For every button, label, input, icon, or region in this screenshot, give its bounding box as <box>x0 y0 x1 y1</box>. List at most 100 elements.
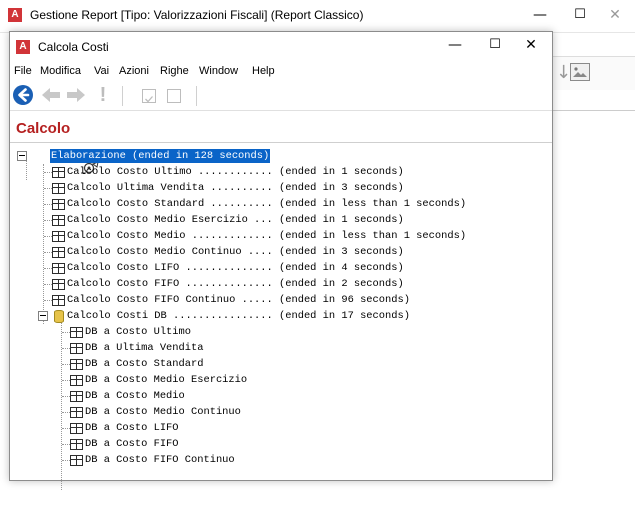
tree-root-label[interactable]: Elaborazione (ended in 128 seconds) <box>50 149 271 163</box>
table-icon <box>52 279 65 290</box>
tree-item-label: Calcolo Costo Medio Esercizio ... (ended… <box>67 214 404 226</box>
tree-item[interactable]: Calcolo Costo FIFO Continuo ..... (ended… <box>10 292 552 308</box>
process-tree: Elaborazione (ended in 128 seconds) Calc… <box>10 146 552 490</box>
tree-connector <box>44 172 52 173</box>
tree-item-label: Calcolo Costo Standard .......... (ended… <box>67 198 467 210</box>
menu-help[interactable]: Help <box>252 65 275 77</box>
maximize-button[interactable]: ☐ <box>565 4 595 26</box>
tree-connector <box>44 220 52 221</box>
minimize-button[interactable]: — <box>525 4 555 26</box>
tree-connector <box>44 236 52 237</box>
tree-connector <box>62 348 70 349</box>
tree-item-label: Calcolo Ultima Vendita .......... (ended… <box>67 182 404 194</box>
tree-item[interactable]: Calcolo Costo Medio Continuo .... (ended… <box>10 244 552 260</box>
table-icon <box>70 407 83 418</box>
tree-db-group-row[interactable]: Calcolo Costi DB ................ (ended… <box>10 308 552 324</box>
tree-connector <box>44 204 52 205</box>
section-title: Calcolo <box>16 120 71 137</box>
tree-db-group-label: Calcolo Costi DB ................ (ended… <box>67 310 410 322</box>
tree-db-item[interactable]: DB a Costo FIFO Continuo <box>10 452 552 468</box>
tree-item[interactable]: Calcolo Costo Medio Esercizio ... (ended… <box>10 212 552 228</box>
tree-item[interactable]: Calcolo Costo Standard .......... (ended… <box>10 196 552 212</box>
tree-connector <box>62 332 70 333</box>
tree-db-item-label: DB a Costo FIFO Continuo <box>85 454 235 466</box>
calcola-costi-dialog: A Calcola Costi — ☐ ✕ File Modifica Vai … <box>9 31 553 490</box>
background-toolbar: ↓ <box>552 56 635 92</box>
tree-connector <box>44 300 52 301</box>
tree-connector <box>62 396 70 397</box>
toolbar: ! <box>10 82 552 111</box>
table-icon <box>52 183 65 194</box>
tree-connector <box>62 428 70 429</box>
unchecked-checkbox-icon[interactable] <box>167 89 181 103</box>
tree-db-item-label: DB a Ultima Vendita <box>85 342 204 354</box>
tree-item[interactable]: Calcolo Costo FIFO .............. (ended… <box>10 276 552 292</box>
tree-item-label: Calcolo Costo FIFO .............. (ended… <box>67 278 404 290</box>
tree-item-label: Calcolo Costo LIFO .............. (ended… <box>67 262 404 274</box>
menu-righe[interactable]: Righe <box>160 65 189 77</box>
tree-connector <box>62 444 70 445</box>
tree-item-label: Calcolo Costo Medio ............. (ended… <box>67 230 467 242</box>
tree-db-item[interactable]: DB a Ultima Vendita <box>10 340 552 356</box>
tree-db-item-label: DB a Costo LIFO <box>85 422 179 434</box>
table-icon <box>70 375 83 386</box>
tree-db-item-label: DB a Costo FIFO <box>85 438 179 450</box>
tree-db-item[interactable]: DB a Costo LIFO <box>10 420 552 436</box>
menu-file[interactable]: File <box>14 65 32 77</box>
table-icon <box>70 359 83 370</box>
download-icon[interactable]: ↓ <box>556 63 571 83</box>
checked-checkbox-icon[interactable] <box>142 89 156 103</box>
dialog-close-button[interactable]: ✕ <box>516 34 546 56</box>
tree-item[interactable]: Calcolo Ultima Vendita .......... (ended… <box>10 180 552 196</box>
tree-db-item[interactable]: DB a Costo Standard <box>10 356 552 372</box>
table-icon <box>52 263 65 274</box>
menu-window[interactable]: Window <box>199 65 238 77</box>
table-icon <box>70 455 83 466</box>
menu-azioni[interactable]: Azioni <box>119 65 149 77</box>
background-title-bar: A Gestione Report [Tipo: Valorizzazioni … <box>0 0 635 33</box>
tree-item-label: Calcolo Costo Ultimo ............ (ended… <box>67 166 404 178</box>
dialog-minimize-button[interactable]: — <box>440 34 470 56</box>
dialog-maximize-button[interactable]: ☐ <box>480 34 510 56</box>
table-icon <box>70 343 83 354</box>
tree-item[interactable]: Calcolo Costo Ultimo ............ (ended… <box>10 164 552 180</box>
tree-db-item[interactable]: DB a Costo Medio <box>10 388 552 404</box>
table-icon <box>70 391 83 402</box>
table-icon <box>52 231 65 242</box>
tree-db-item[interactable]: DB a Costo Medio Continuo <box>10 404 552 420</box>
tree-item[interactable]: Calcolo Costo LIFO .............. (ended… <box>10 260 552 276</box>
table-icon <box>52 167 65 178</box>
tree-db-item-label: DB a Costo Medio Continuo <box>85 406 241 418</box>
background-panel-strip <box>552 90 635 111</box>
tree-db-item-label: DB a Costo Medio Esercizio <box>85 374 248 386</box>
tree-db-item[interactable]: DB a Costo FIFO <box>10 436 552 452</box>
menu-modifica[interactable]: Modifica <box>40 65 81 77</box>
image-icon[interactable] <box>570 63 590 81</box>
menu-vai[interactable]: Vai <box>94 65 109 77</box>
toolbar-separator <box>122 86 123 106</box>
table-icon <box>52 199 65 210</box>
table-icon <box>70 439 83 450</box>
tree-db-item[interactable]: DB a Costo Ultimo <box>10 324 552 340</box>
close-button[interactable]: ✕ <box>600 4 630 26</box>
collapse-toggle[interactable] <box>17 151 27 161</box>
exclamation-icon[interactable]: ! <box>96 84 110 106</box>
back-circle-icon[interactable] <box>12 84 34 106</box>
collapse-toggle[interactable] <box>38 311 48 321</box>
tree-item[interactable]: Calcolo Costo Medio ............. (ended… <box>10 228 552 244</box>
section-divider <box>10 142 552 143</box>
table-icon <box>52 215 65 226</box>
toolbar-separator <box>196 86 197 106</box>
background-window-title: Gestione Report [Tipo: Valorizzazioni Fi… <box>30 8 364 22</box>
left-arrow-icon[interactable] <box>40 84 62 106</box>
tree-item-label: Calcolo Costo FIFO Continuo ..... (ended… <box>67 294 410 306</box>
tree-db-item[interactable]: DB a Costo Medio Esercizio <box>10 372 552 388</box>
tree-root-row[interactable]: Elaborazione (ended in 128 seconds) <box>10 148 552 174</box>
right-arrow-icon[interactable] <box>65 84 87 106</box>
menu-bar: File Modifica Vai Azioni Righe Window He… <box>10 62 552 82</box>
tree-connector <box>62 364 70 365</box>
tree-connector <box>44 268 52 269</box>
app-icon: A <box>16 40 30 54</box>
tree-db-item-label: DB a Costo Standard <box>85 358 204 370</box>
tree-item-label: Calcolo Costo Medio Continuo .... (ended… <box>67 246 404 258</box>
